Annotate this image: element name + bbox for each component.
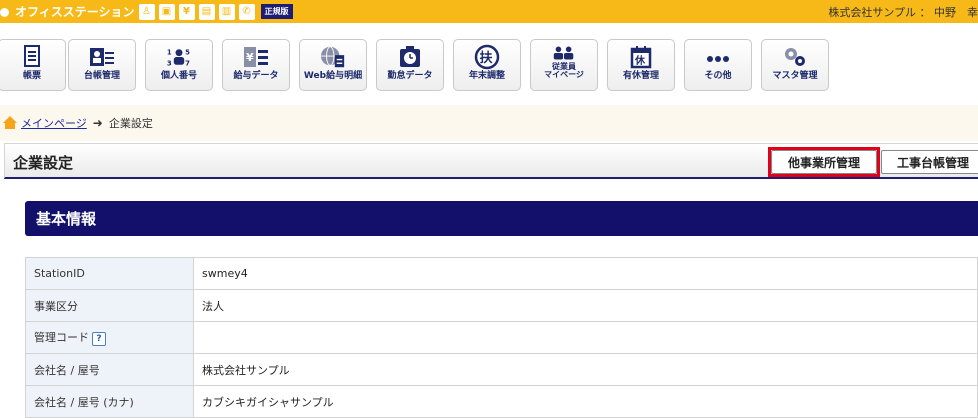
ledger-icon	[89, 45, 115, 69]
page-header: 企業設定 他事業所管理 工事台帳管理	[4, 143, 978, 179]
menu-label: 年末調整	[468, 71, 505, 81]
menu-item-employee-mypage[interactable]: 従業員 マイページ	[530, 39, 598, 91]
attendance-icon	[397, 45, 423, 69]
more-icon	[705, 45, 731, 69]
table-row: 管理コード?	[25, 321, 978, 354]
breadcrumb: メインページ ➜ 企業設定	[0, 105, 978, 141]
svg-text:休: 休	[634, 54, 646, 67]
menu-item-attendance[interactable]: 勤怠データ	[376, 39, 444, 91]
menu-item-year-end-adjustment[interactable]: 扶 年末調整	[453, 39, 521, 91]
table-row: StationID swmey4	[25, 257, 978, 290]
document-icon	[19, 45, 45, 69]
quick-icons: ♙ ▣ ¥ ▤ ▥ ✆ 正規版	[138, 3, 293, 20]
section-header-basic-info: 基本情報	[25, 201, 978, 236]
other-office-management-button[interactable]: 他事業所管理	[771, 150, 877, 174]
menu-label: 台帳管理	[83, 71, 120, 81]
row-label-cell: 管理コード?	[25, 321, 194, 354]
menu-label: マスタ管理	[772, 71, 818, 81]
logo-icon	[0, 6, 12, 18]
main-menu: 帳票 台帳管理 1537 個人番号 ¥ 給与データ Web給与明細 勤怠データ …	[0, 23, 978, 105]
quick-yen-icon[interactable]: ¥	[178, 3, 195, 20]
row-value: 株式会社サンプル	[193, 353, 978, 386]
row-label: 会社名 / 屋号	[25, 353, 194, 386]
logo-text: オフィスステーション	[15, 5, 135, 19]
payroll-data-icon: ¥	[243, 45, 269, 69]
quick-clipboard-icon[interactable]: ▥	[218, 3, 235, 20]
menu-item-forms[interactable]: 帳票	[0, 39, 66, 91]
year-end-adjustment-icon: 扶	[474, 44, 500, 70]
basic-info-table: StationID swmey4 事業区分 法人 管理コード? 会社名 / 屋号…	[25, 257, 978, 418]
page-title: 企業設定	[13, 154, 74, 172]
menu-label: 給与データ	[233, 71, 279, 81]
quick-building-icon[interactable]: ▣	[158, 3, 175, 20]
quick-calendar-icon[interactable]: ▤	[198, 3, 215, 20]
settings-icon	[782, 45, 808, 69]
help-icon[interactable]: ?	[92, 332, 106, 346]
menu-item-web-payslip[interactable]: Web給与明細	[299, 39, 367, 91]
row-label: 事業区分	[25, 289, 194, 322]
edition-badge: 正規版	[260, 4, 293, 19]
row-value	[193, 321, 978, 354]
app-logo[interactable]: オフィスステーション	[0, 3, 135, 20]
menu-label: 勤怠データ	[387, 71, 433, 81]
table-row: 事業区分 法人	[25, 289, 978, 322]
row-value: swmey4	[193, 257, 978, 290]
home-icon	[2, 116, 18, 130]
menu-label: 帳票	[22, 71, 41, 81]
row-label: 管理コード	[34, 331, 89, 344]
svg-text:5: 5	[185, 48, 190, 56]
web-payslip-icon	[320, 45, 346, 69]
employee-mypage-icon	[551, 45, 577, 61]
svg-text:7: 7	[185, 60, 190, 68]
svg-text:3: 3	[167, 60, 172, 68]
breadcrumb-home-link[interactable]: メインページ	[21, 115, 87, 131]
menu-item-other[interactable]: その他	[684, 39, 752, 91]
row-label: StationID	[25, 257, 194, 290]
top-bar: オフィスステーション ♙ ▣ ¥ ▤ ▥ ✆ 正規版 株式会社サンプル ： 中野…	[0, 0, 978, 23]
svg-text:¥: ¥	[246, 51, 254, 64]
quick-person-icon[interactable]: ♙	[138, 3, 155, 20]
menu-label: 個人番号	[160, 71, 197, 81]
construction-ledger-button[interactable]: 工事台帳管理	[881, 150, 978, 174]
user-info: 株式会社サンプル ： 中野 幸	[828, 6, 978, 19]
svg-text:1: 1	[167, 48, 172, 56]
svg-text:扶: 扶	[480, 50, 494, 66]
table-row: 会社名 / 屋号 株式会社サンプル	[25, 353, 978, 386]
menu-label: その他	[704, 71, 732, 81]
row-value: 法人	[193, 289, 978, 322]
breadcrumb-current: 企業設定	[108, 117, 153, 130]
menu-item-master-settings[interactable]: マスタ管理	[761, 39, 829, 91]
menu-item-ledger[interactable]: 台帳管理	[68, 39, 136, 91]
paid-leave-icon: 休	[628, 45, 654, 69]
personal-number-icon: 1537	[166, 45, 192, 69]
arrow-right-icon: ➜	[92, 116, 103, 130]
menu-label: Web給与明細	[303, 71, 363, 81]
menu-item-personal-number[interactable]: 1537 個人番号	[145, 39, 213, 91]
menu-item-paid-leave[interactable]: 休 有休管理	[607, 39, 675, 91]
quick-phone-icon[interactable]: ✆	[238, 3, 255, 20]
menu-label: 有休管理	[622, 71, 659, 81]
menu-item-payroll-data[interactable]: ¥ 給与データ	[222, 39, 290, 91]
menu-label: 従業員 マイページ	[544, 62, 584, 79]
